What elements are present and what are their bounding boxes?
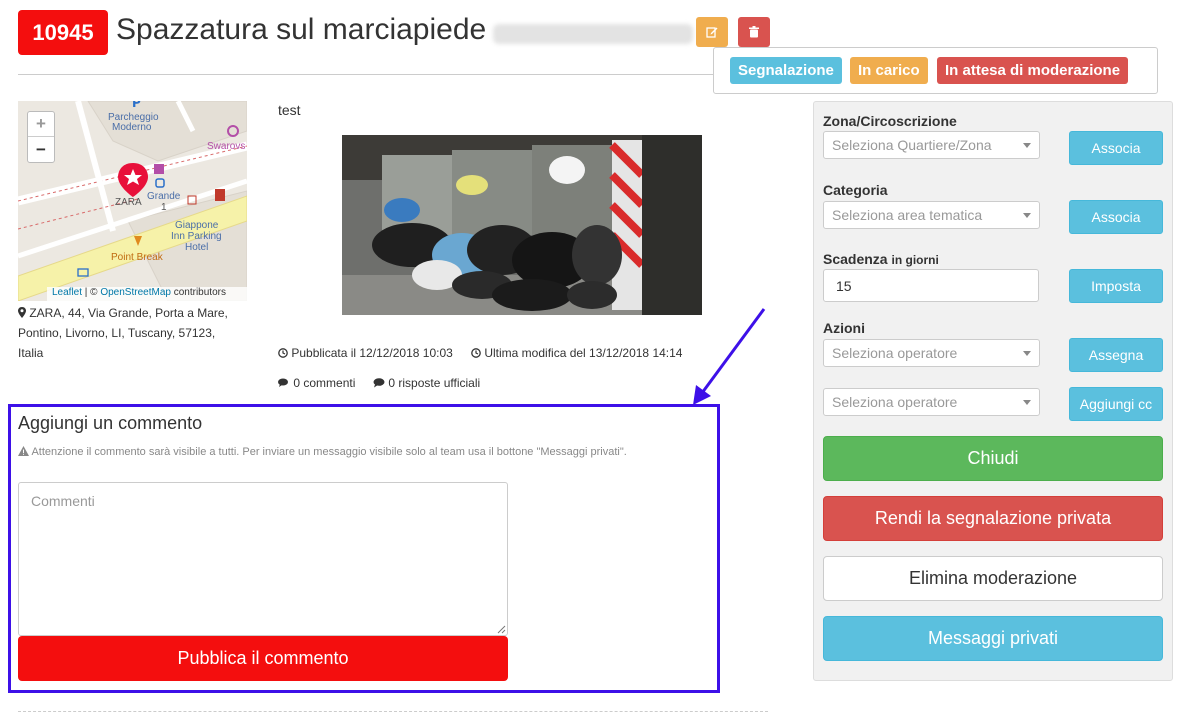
zoom-out-button[interactable]: − (28, 137, 54, 162)
resize-grip-icon[interactable] (496, 624, 506, 634)
edit-button[interactable] (696, 17, 728, 47)
map-label-swarovski: Swarovs (207, 141, 246, 152)
map-label-hotel: Hotel (185, 242, 209, 253)
comment-warning-text: Attenzione il commento sarà visibile a t… (31, 446, 627, 458)
messaggi-privati-button[interactable]: Messaggi privati (823, 616, 1163, 661)
modified-info: Ultima modifica del 13/12/2018 14:14 (471, 346, 682, 360)
map-label-moderno: Moderno (112, 122, 152, 133)
official-replies-count: 0 risposte ufficiali (373, 376, 480, 390)
map-label-inn-parking: Inn Parking (171, 231, 222, 242)
status-tag-type: Segnalazione (730, 57, 842, 84)
edit-icon (706, 27, 718, 38)
zona-select-value: Seleziona Quartiere/Zona (832, 137, 992, 153)
warning-icon (18, 446, 29, 456)
caret-down-icon (1023, 399, 1031, 405)
garbage-photo-image (342, 135, 702, 315)
osm-link[interactable]: OpenStreetMap (100, 287, 171, 298)
bottom-divider (18, 711, 768, 712)
zona-select[interactable]: Seleziona Quartiere/Zona (823, 131, 1040, 159)
address-text: ZARA, 44, Via Grande, Porta a Mare, Pont… (18, 306, 228, 360)
svg-text:P: P (132, 101, 141, 110)
caret-down-icon (1023, 142, 1031, 148)
clock-icon (278, 348, 288, 358)
azioni-label: Azioni (823, 320, 865, 336)
comment-form-title: Aggiungi un commento (18, 413, 203, 433)
address: ZARA, 44, Via Grande, Porta a Mare, Pont… (18, 303, 243, 363)
annotation-arrow (693, 308, 766, 405)
report-id-badge: 10945 (18, 10, 108, 55)
status-tag-state: In carico (850, 57, 928, 84)
categoria-label: Categoria (823, 182, 888, 198)
blurred-author-name (493, 24, 693, 44)
operatore-cc-select-value: Seleziona operatore (832, 394, 958, 410)
status-tags-box: Segnalazione In carico In attesa di mode… (713, 47, 1158, 94)
caret-down-icon (1023, 212, 1031, 218)
comment-textarea[interactable] (18, 482, 508, 636)
page-title: Spazzatura sul marciapiede (116, 13, 487, 46)
official-replies-text: 0 risposte ufficiali (388, 376, 481, 390)
assegna-button[interactable]: Assegna (1069, 338, 1163, 372)
zoom-control: + − (27, 111, 55, 163)
map-marker-icon (18, 307, 26, 318)
comment-warning: Attenzione il commento sarà visibile a t… (18, 446, 627, 458)
map-label-giappone: Giappone (175, 220, 219, 231)
operatore-cc-select[interactable]: Seleziona operatore (823, 388, 1040, 416)
published-text: Pubblicata il 12/12/2018 10:03 (291, 346, 453, 360)
publish-comment-button[interactable]: Pubblica il commento (18, 636, 508, 681)
map-label-point-break: Point Break (111, 252, 163, 263)
map-label-zara: ZARA (115, 197, 142, 208)
rendi-privata-button[interactable]: Rendi la segnalazione privata (823, 496, 1163, 541)
scadenza-sub-label: in giorni (891, 253, 939, 267)
scadenza-label: Scadenza in giorni (823, 251, 939, 267)
map-label-grande: Grande (147, 191, 181, 202)
leaflet-link[interactable]: Leaflet (52, 287, 82, 298)
comment-icon (373, 378, 385, 388)
comments-count: 0 commenti (278, 376, 355, 390)
trash-icon (749, 26, 759, 38)
attribution-separator: | © (82, 287, 101, 298)
elimina-moderazione-button[interactable]: Elimina moderazione (823, 556, 1163, 601)
zona-label: Zona/Circoscrizione (823, 113, 957, 129)
categoria-select-value: Seleziona area tematica (832, 207, 983, 223)
map-attribution: Leaflet | © OpenStreetMap contributors (47, 287, 247, 301)
aggiungi-cc-button[interactable]: Aggiungi cc (1069, 387, 1163, 421)
zoom-in-button[interactable]: + (28, 112, 54, 137)
header-divider (18, 74, 768, 75)
scadenza-imposta-button[interactable]: Imposta (1069, 269, 1163, 303)
operatore-select-value: Seleziona operatore (832, 345, 958, 361)
operatore-select[interactable]: Seleziona operatore (823, 339, 1040, 367)
clock-icon (471, 348, 481, 358)
status-tag-moderation: In attesa di moderazione (937, 57, 1129, 84)
report-description: test (278, 102, 301, 118)
scadenza-label-text: Scadenza (823, 251, 888, 267)
scadenza-input[interactable] (823, 269, 1039, 302)
attribution-contributors: contributors (170, 287, 226, 298)
comments-icon (278, 378, 288, 387)
caret-down-icon (1023, 350, 1031, 356)
comments-count-text: 0 commenti (293, 376, 356, 390)
categoria-associa-button[interactable]: Associa (1069, 200, 1163, 234)
chiudi-button[interactable]: Chiudi (823, 436, 1163, 481)
report-photo[interactable] (342, 135, 702, 315)
map[interactable]: P Parcheggio Moderno Swarovs ZARA Grande… (18, 101, 247, 301)
delete-button[interactable] (738, 17, 770, 47)
categoria-select[interactable]: Seleziona area tematica (823, 201, 1040, 229)
modified-text: Ultima modifica del 13/12/2018 14:14 (484, 346, 683, 360)
published-info: Pubblicata il 12/12/2018 10:03 (278, 346, 453, 360)
map-label-grande-num: 1 (161, 202, 167, 213)
zona-associa-button[interactable]: Associa (1069, 131, 1163, 165)
